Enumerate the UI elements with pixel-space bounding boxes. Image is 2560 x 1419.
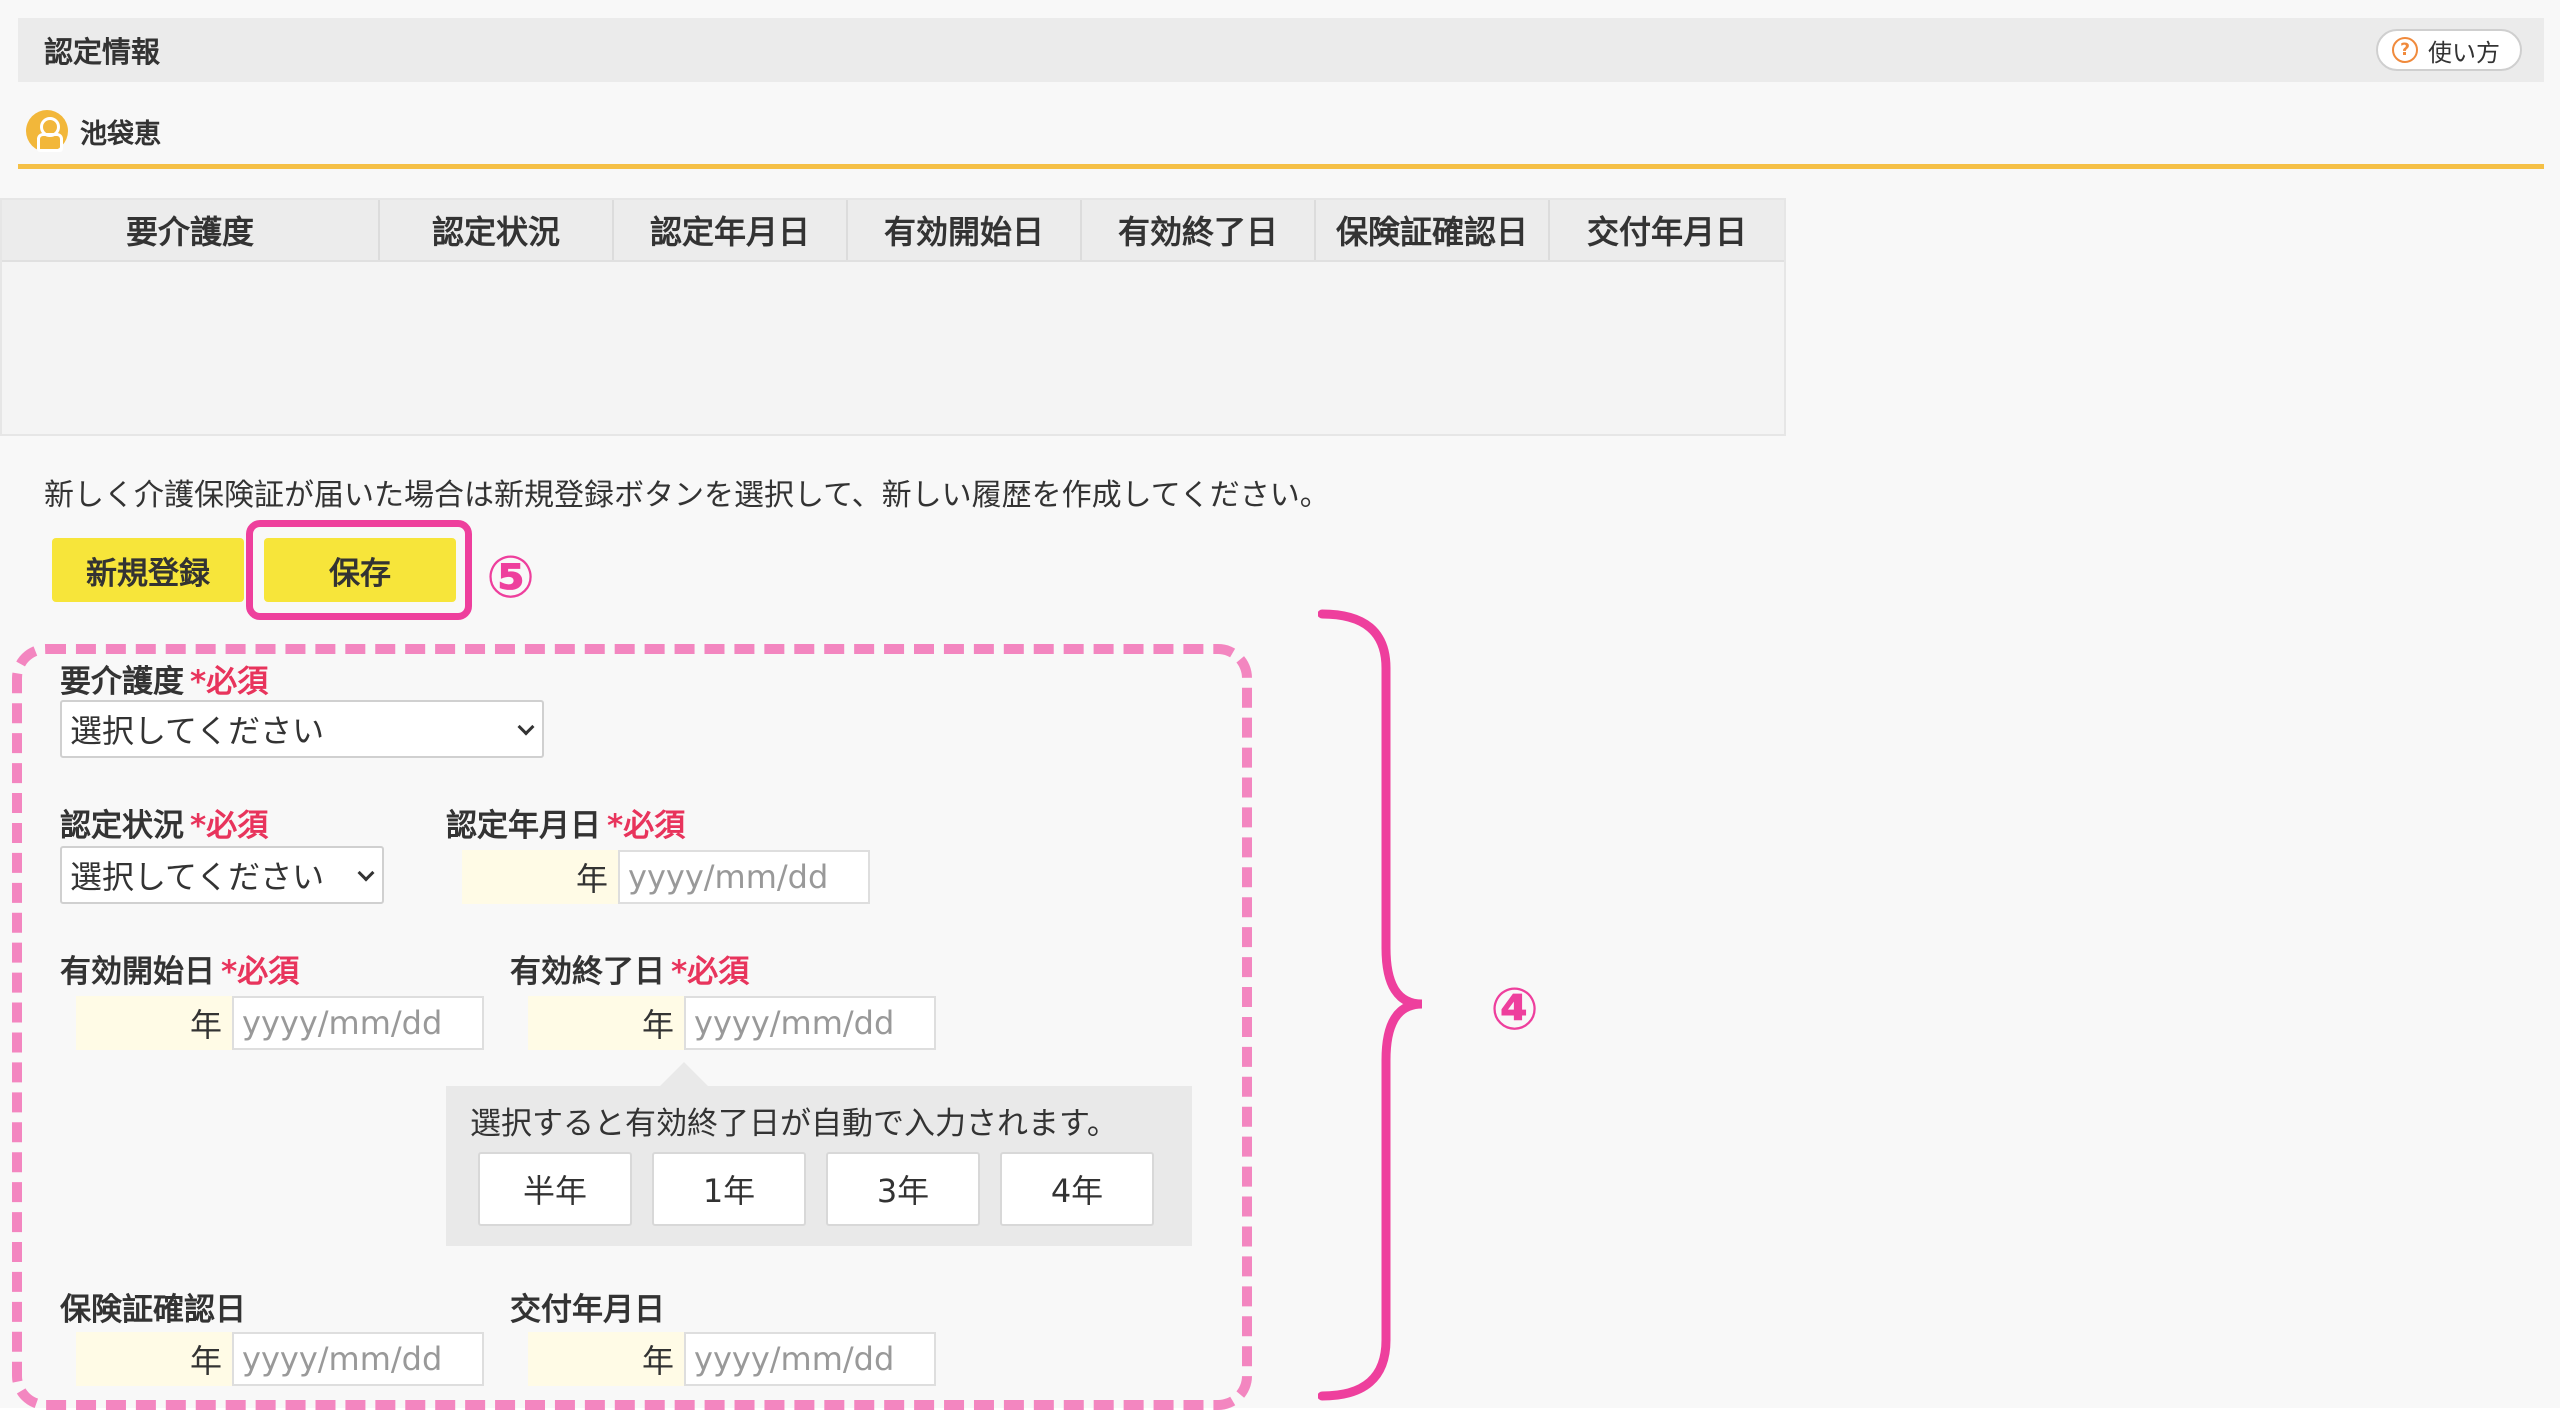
- cert-date-field: 年 yyyy/mm/dd: [462, 850, 870, 904]
- valid-end-input[interactable]: yyyy/mm/dd: [684, 996, 936, 1050]
- cert-status-value: 選択してください: [70, 858, 325, 896]
- issue-date-input[interactable]: yyyy/mm/dd: [684, 1332, 936, 1386]
- insurance-check-field: 年 yyyy/mm/dd: [76, 1332, 484, 1386]
- valid-end-year-input[interactable]: 年: [528, 996, 684, 1050]
- valid-start-year-input[interactable]: 年: [76, 996, 232, 1050]
- valid-end-label: 有効終了日 *必須: [510, 946, 749, 991]
- insurance-check-year-input[interactable]: 年: [76, 1332, 232, 1386]
- column-header[interactable]: 有効終了日: [1082, 200, 1316, 260]
- duration-4-year-button[interactable]: 4年: [1000, 1152, 1154, 1226]
- help-button[interactable]: ? 使い方: [2376, 29, 2522, 71]
- duration-1-year-button[interactable]: 1年: [652, 1152, 806, 1226]
- cert-status-label-text: 認定状況: [60, 808, 184, 844]
- cert-date-input[interactable]: yyyy/mm/dd: [618, 850, 870, 904]
- question-circle-icon: ?: [2392, 37, 2418, 63]
- valid-start-field: 年 yyyy/mm/dd: [76, 996, 484, 1050]
- required-mark: *必須: [607, 808, 686, 844]
- user-name: 池袋恵: [80, 118, 161, 150]
- duration-popup: 選択すると有効終了日が自動で入力されます。 半年 1年 3年 4年: [446, 1062, 1192, 1246]
- cert-date-label: 認定年月日 *必須: [446, 800, 685, 845]
- person-icon: [26, 110, 68, 152]
- new-register-button[interactable]: 新規登録: [52, 538, 244, 602]
- column-header[interactable]: 有効開始日: [848, 200, 1082, 260]
- cert-status-select[interactable]: 選択してください: [60, 846, 384, 904]
- valid-end-field: 年 yyyy/mm/dd: [528, 996, 936, 1050]
- header-divider: [18, 164, 2544, 169]
- notice-text: 新しく介護保険証が届いた場合は新規登録ボタンを選択して、新しい履歴を作成してくだ…: [44, 478, 1330, 513]
- required-mark: *必須: [221, 954, 300, 990]
- care-level-select[interactable]: 選択してください: [60, 700, 544, 758]
- annotation-5: ⑤: [486, 543, 536, 611]
- required-mark: *必須: [190, 808, 269, 844]
- required-mark: *必須: [190, 664, 269, 700]
- duration-popup-text: 選択すると有効終了日が自動で入力されます。: [470, 1106, 1118, 1142]
- issue-date-field: 年 yyyy/mm/dd: [528, 1332, 936, 1386]
- insurance-check-input[interactable]: yyyy/mm/dd: [232, 1332, 484, 1386]
- curly-bracket: [1318, 609, 1423, 1401]
- valid-start-input[interactable]: yyyy/mm/dd: [232, 996, 484, 1050]
- cert-date-label-text: 認定年月日: [446, 808, 601, 844]
- valid-end-label-text: 有効終了日: [510, 954, 665, 990]
- section-title: 認定情報: [44, 35, 161, 69]
- valid-start-label-text: 有効開始日: [60, 954, 215, 990]
- column-header[interactable]: 認定年月日: [614, 200, 848, 260]
- care-level-label-text: 要介護度: [60, 664, 184, 700]
- issue-date-label: 交付年月日: [510, 1292, 665, 1328]
- duration-half-year-button[interactable]: 半年: [478, 1152, 632, 1226]
- help-button-label: 使い方: [2428, 38, 2500, 67]
- history-table: 要介護度 認定状況 認定年月日 有効開始日 有効終了日 保険証確認日 交付年月日: [0, 198, 1786, 436]
- column-header[interactable]: 交付年月日: [1550, 200, 1784, 260]
- annotation-4: ④: [1490, 975, 1540, 1043]
- insurance-check-label: 保険証確認日: [60, 1292, 246, 1328]
- column-header[interactable]: 保険証確認日: [1316, 200, 1550, 260]
- section-header: 認定情報 ? 使い方: [18, 18, 2544, 82]
- user-row: 池袋恵: [26, 108, 161, 154]
- duration-3-year-button[interactable]: 3年: [826, 1152, 980, 1226]
- column-header[interactable]: 要介護度: [2, 200, 380, 260]
- app-root: 認定情報 ? 使い方 池袋恵 要介護度 認定状況 認定年月日 有効開始日 有効終…: [0, 0, 2560, 1410]
- care-level-label: 要介護度 *必須: [60, 656, 268, 701]
- chevron-down-icon: [357, 864, 375, 882]
- chevron-down-icon: [517, 718, 535, 736]
- column-header[interactable]: 認定状況: [380, 200, 614, 260]
- history-table-header: 要介護度 認定状況 認定年月日 有効開始日 有効終了日 保険証確認日 交付年月日: [2, 200, 1784, 262]
- save-highlight-frame: [246, 520, 472, 620]
- cert-status-label: 認定状況 *必須: [60, 800, 268, 845]
- required-mark: *必須: [671, 954, 750, 990]
- valid-start-label: 有効開始日 *必須: [60, 946, 299, 991]
- care-level-value: 選択してください: [70, 712, 325, 750]
- issue-date-year-input[interactable]: 年: [528, 1332, 684, 1386]
- cert-date-year-input[interactable]: 年: [462, 850, 618, 904]
